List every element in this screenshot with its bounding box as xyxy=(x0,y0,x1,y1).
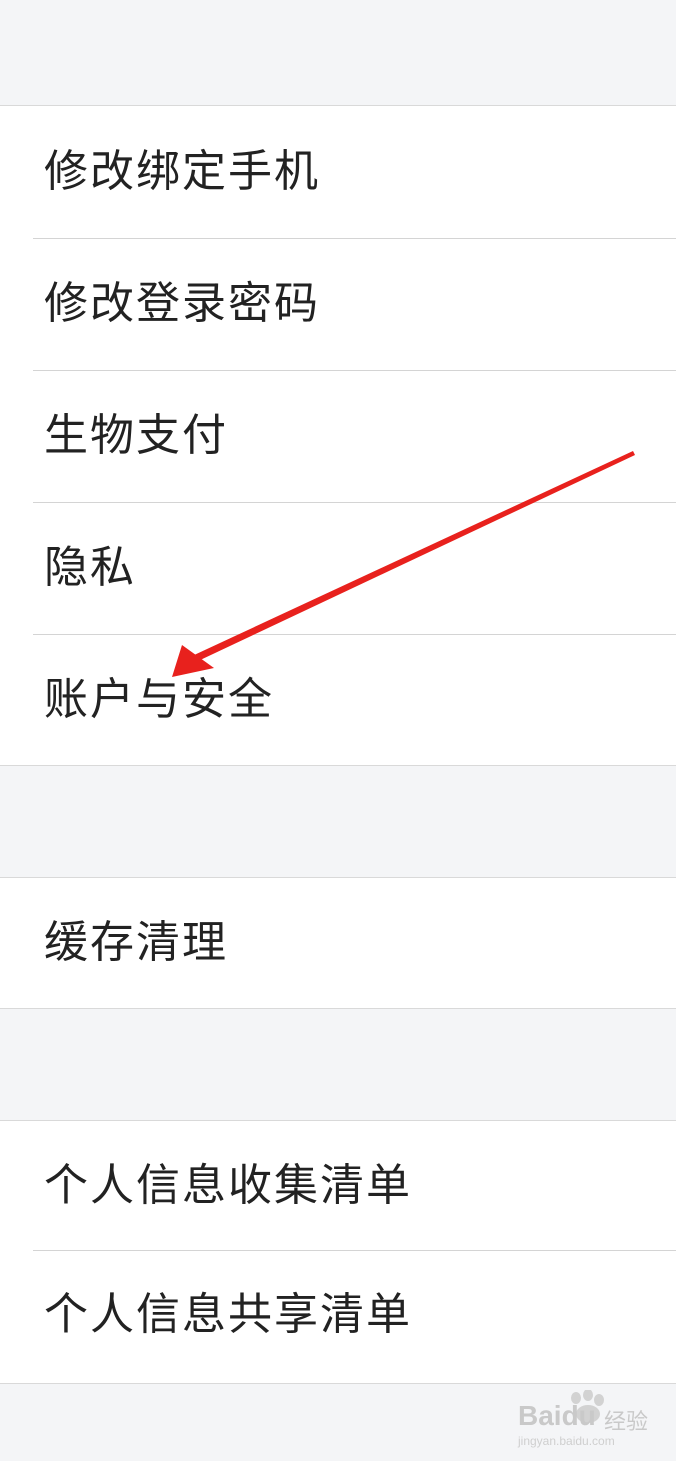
settings-item-label: 隐私 xyxy=(44,542,136,593)
settings-item-label: 账户与安全 xyxy=(44,674,274,725)
settings-item-label: 修改绑定手机 xyxy=(44,146,320,197)
settings-item-label: 个人信息收集清单 xyxy=(44,1159,412,1211)
settings-item-label: 个人信息共享清单 xyxy=(44,1288,412,1340)
cache-settings-group: 缓存清理 xyxy=(0,877,676,1009)
personal-info-group: 个人信息收集清单 个人信息共享清单 xyxy=(0,1120,676,1384)
settings-item-clear-cache[interactable]: 缓存清理 xyxy=(0,878,676,1007)
settings-item-label: 生物支付 xyxy=(44,410,228,461)
watermark-url: jingyan.baidu.com xyxy=(518,1434,615,1448)
watermark-brand: Baidu xyxy=(518,1400,596,1431)
baidu-jingyan-watermark: Baidu 经验 jingyan.baidu.com xyxy=(514,1390,664,1452)
settings-item-label: 修改登录密码 xyxy=(44,278,320,329)
top-spacer xyxy=(0,0,676,106)
watermark-jingyan: 经验 xyxy=(604,1410,649,1435)
settings-item-info-collection-list[interactable]: 个人信息收集清单 xyxy=(0,1121,676,1250)
settings-item-label: 缓存清理 xyxy=(44,916,228,968)
account-settings-group: 修改绑定手机 修改登录密码 生物支付 隐私 账户与安全 xyxy=(0,105,676,766)
settings-item-info-sharing-list[interactable]: 个人信息共享清单 xyxy=(0,1250,676,1379)
settings-item-account-security[interactable]: 账户与安全 xyxy=(0,634,676,766)
settings-item-change-password[interactable]: 修改登录密码 xyxy=(0,238,676,370)
settings-item-biometric-pay[interactable]: 生物支付 xyxy=(0,370,676,502)
settings-item-privacy[interactable]: 隐私 xyxy=(0,502,676,634)
settings-item-change-phone[interactable]: 修改绑定手机 xyxy=(0,106,676,238)
